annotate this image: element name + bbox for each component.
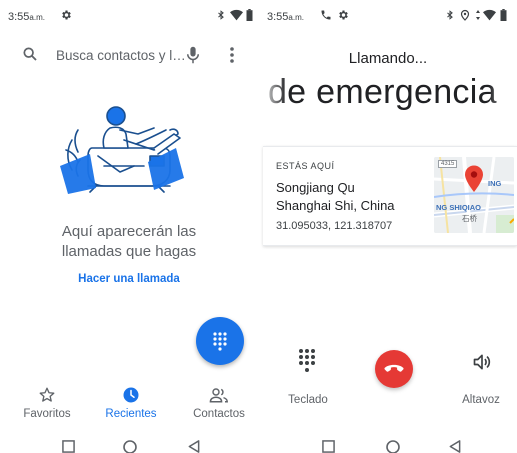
- location-coordinates: 31.095033, 121.318707: [276, 220, 393, 232]
- phone-icon: [321, 10, 331, 20]
- clock-icon: [123, 387, 139, 403]
- tab-recents-label: Recientes: [105, 408, 157, 420]
- home-icon[interactable]: [386, 440, 400, 453]
- battery-icon: [500, 9, 507, 21]
- contacts-icon: [209, 388, 228, 403]
- number-fade-left: [259, 72, 287, 116]
- empty-state-illustration: [60, 106, 184, 194]
- bottom-navigation: Favoritos Recientes Contactos: [0, 384, 258, 428]
- end-call-button[interactable]: [375, 350, 413, 388]
- call-status: Llamando...: [348, 50, 428, 67]
- status-time: 3:55a.m.: [8, 11, 45, 23]
- tab-contacts[interactable]: Contactos: [184, 384, 254, 420]
- system-navigation-bar: [0, 436, 258, 453]
- speaker-label: Altavoz: [462, 394, 500, 406]
- home-icon[interactable]: [123, 440, 137, 453]
- map-label-top: ING: [488, 179, 502, 188]
- keypad-button[interactable]: [287, 348, 327, 377]
- empty-state-line-2: llamadas que hagas: [61, 243, 197, 260]
- map-label-chinese: 石桥: [462, 214, 477, 223]
- search-bar[interactable]: [0, 40, 258, 70]
- number-fade-right: [489, 72, 517, 116]
- dialpad-fab[interactable]: [196, 317, 244, 365]
- make-a-call-button[interactable]: Hacer una llamada: [0, 273, 258, 285]
- speaker-icon: [473, 354, 491, 370]
- location-label: ESTÁS AQUÍ: [276, 161, 335, 171]
- location-card[interactable]: ESTÁS AQUÍ Songjiang Qu Shanghai Shi, Ch…: [263, 146, 517, 246]
- wifi-icon: [230, 9, 243, 21]
- star-icon: [39, 387, 55, 402]
- status-bar: 3:55a.m.: [0, 0, 258, 30]
- bluetooth-icon: [218, 10, 224, 20]
- tab-contacts-label: Contactos: [193, 408, 245, 420]
- emergency-call-screen: 3:55a.m. Llamando... a de emergencia EST…: [259, 0, 517, 453]
- number-display: a de emergencia: [259, 72, 517, 116]
- tab-favorites[interactable]: Favoritos: [12, 384, 82, 420]
- map-thumbnail[interactable]: 4315 ING NG SHIQIAO 石桥: [434, 157, 514, 233]
- location-region: Shanghai Shi, China: [276, 198, 395, 213]
- battery-icon: [246, 9, 253, 21]
- more-options-icon[interactable]: [229, 46, 235, 64]
- system-navigation-bar: [259, 436, 517, 453]
- microphone-icon[interactable]: [186, 46, 200, 64]
- dialed-number: a de emergencia: [259, 73, 497, 111]
- data-icon: [476, 10, 480, 20]
- recent-apps-icon[interactable]: [62, 440, 75, 453]
- empty-state-line-1: Aquí aparecerán las: [61, 223, 197, 240]
- phone-recents-screen: 3:55a.m. Busca contactos y l… Aquí apare…: [0, 0, 258, 453]
- bluetooth-icon: [447, 10, 453, 20]
- search-icon[interactable]: [22, 46, 38, 62]
- map-pin-icon: [465, 165, 483, 192]
- wifi-icon: [483, 9, 496, 21]
- status-bar: 3:55a.m.: [259, 0, 517, 30]
- location-district: Songjiang Qu: [276, 180, 355, 195]
- map-road-chip: 4315: [438, 160, 458, 168]
- dialpad-icon: [213, 332, 227, 351]
- search-input[interactable]: [56, 46, 184, 64]
- back-icon[interactable]: [188, 440, 200, 453]
- speaker-button[interactable]: [467, 352, 497, 375]
- map-label-district: NG SHIQIAO: [436, 203, 482, 212]
- tab-recents[interactable]: Recientes: [96, 384, 166, 420]
- back-icon[interactable]: [449, 440, 461, 453]
- tab-favorites-label: Favoritos: [23, 408, 71, 420]
- keypad-label: Teclado: [288, 394, 328, 406]
- gear-icon: [62, 10, 71, 20]
- gear-icon: [339, 10, 348, 20]
- status-time: 3:55a.m.: [267, 11, 304, 23]
- dialpad-icon: [299, 349, 315, 372]
- location-icon: [460, 9, 470, 21]
- hang-up-icon: [384, 364, 404, 372]
- empty-state-message: Aquí aparecerán las llamadas que hagas: [0, 222, 258, 262]
- recent-apps-icon[interactable]: [322, 440, 335, 453]
